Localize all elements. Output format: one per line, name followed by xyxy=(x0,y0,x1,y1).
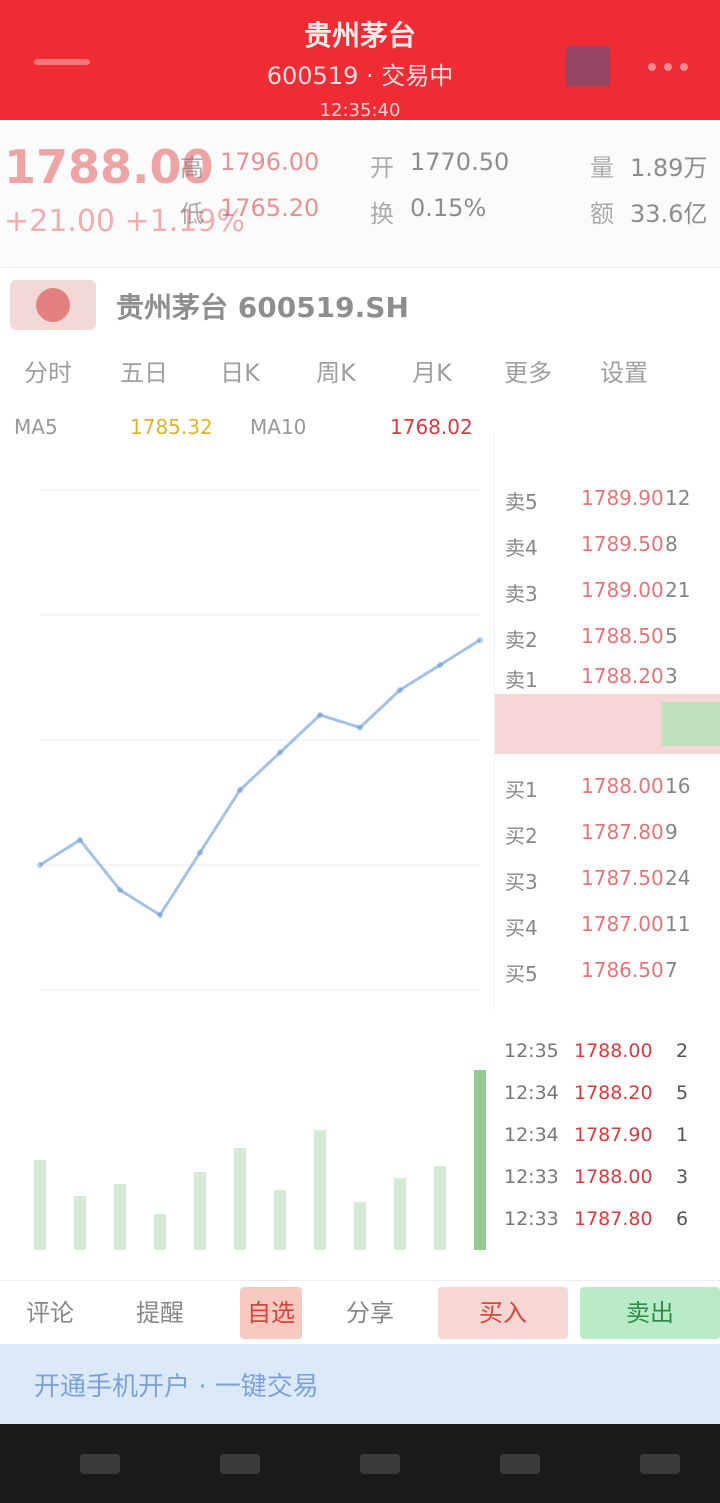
header-status: 12:35:40 xyxy=(319,100,401,121)
price-point xyxy=(37,862,43,868)
stock-name: 贵州茅台 600519.SH xyxy=(116,291,409,324)
price-point xyxy=(477,637,483,643)
nav-menu-icon[interactable] xyxy=(500,1454,540,1474)
ask-row: 卖3 1789.00 21 xyxy=(505,578,691,606)
tick-row: 12:34 1787.90 1 xyxy=(504,1124,689,1146)
price-point xyxy=(197,849,203,856)
tick-row: 12:33 1788.00 3 xyxy=(504,1166,689,1188)
search-icon xyxy=(566,46,610,86)
volume-bar xyxy=(274,1190,286,1250)
price-point xyxy=(237,787,243,793)
order-book: 卖5 1789.90 12 卖4 1789.50 8 卖3 1789.00 21… xyxy=(494,432,720,1022)
tick-row: 12:33 1787.80 6 xyxy=(504,1208,689,1230)
add-optional-button[interactable]: 自选 xyxy=(240,1287,302,1339)
bid-row: 买1 1788.00 16 xyxy=(505,774,691,802)
volume-bar xyxy=(34,1160,46,1250)
price-point xyxy=(317,712,323,718)
bid-row: 买3 1787.50 24 xyxy=(505,866,691,894)
tab-monthly[interactable]: 月K xyxy=(384,342,480,404)
ask-row: 卖5 1789.90 12 xyxy=(505,486,691,514)
price-point xyxy=(437,662,443,668)
price-point xyxy=(277,749,283,756)
price-point xyxy=(157,912,163,918)
price-chart-svg xyxy=(34,489,486,1250)
app-header: 贵州茅台 600519 · 交易中 12:35:40 xyxy=(0,0,720,121)
ma20-value: 1768.02 xyxy=(390,415,473,439)
nav-home-icon[interactable] xyxy=(220,1454,260,1474)
ma10-label: MA10 xyxy=(250,415,307,439)
volume-bar xyxy=(354,1202,366,1250)
book-divider xyxy=(495,694,720,754)
quote-summary: 1788.00 +21.00 +1.19% 高 1796.00 开 1770.5… xyxy=(0,120,720,268)
tab-intraday[interactable]: 分时 xyxy=(0,342,96,404)
quote-row: 低 1765.20 换 0.15% 额 33.6亿 xyxy=(180,194,708,228)
price-chart[interactable] xyxy=(0,450,494,1280)
bid-row: 买4 1787.00 11 xyxy=(505,912,691,940)
tab-more[interactable]: 更多 xyxy=(480,342,576,404)
nav-back-icon[interactable] xyxy=(80,1454,120,1474)
ma5-value: 1785.32 xyxy=(130,415,213,439)
price-line xyxy=(39,638,481,918)
price-point xyxy=(117,887,123,893)
price-point xyxy=(77,837,83,843)
search-button[interactable] xyxy=(560,40,616,92)
tab-weekly[interactable]: 周K xyxy=(288,342,384,404)
more-button[interactable] xyxy=(640,40,696,92)
comment-button[interactable]: 评论 xyxy=(10,1287,90,1339)
bid-row: 买5 1786.50 7 xyxy=(505,958,678,986)
volume-bar xyxy=(234,1148,246,1250)
sell-button[interactable]: 卖出 xyxy=(580,1287,720,1339)
nav-extra-icon[interactable] xyxy=(640,1454,680,1474)
volume-bar xyxy=(194,1172,206,1250)
tab-settings[interactable]: 设置 xyxy=(576,342,672,404)
ask-row: 卖1 1788.20 3 xyxy=(505,664,678,692)
moving-average-legend: MA5 1785.32 MA10 1768.02 xyxy=(0,404,500,450)
price-point xyxy=(357,724,363,731)
tab-five-day[interactable]: 五日 xyxy=(96,342,192,404)
tick-list: 12:35 1788.00 2 12:34 1788.20 5 12:34 17… xyxy=(494,1010,720,1280)
volume-bar xyxy=(394,1178,406,1250)
promo-banner[interactable]: 开通手机开户 · 一键交易 xyxy=(0,1344,720,1424)
ask-row: 卖4 1789.50 8 xyxy=(505,532,678,560)
tick-row: 12:34 1788.20 5 xyxy=(504,1082,689,1104)
share-button[interactable]: 分享 xyxy=(330,1287,410,1339)
tick-row: 12:35 1788.00 2 xyxy=(504,1040,689,1062)
volume-bar xyxy=(114,1184,126,1250)
volume-bar xyxy=(74,1196,86,1250)
volume-bar xyxy=(474,1070,486,1250)
volume-bar xyxy=(434,1166,446,1250)
action-bar: 评论 提醒 自选 分享 买入 卖出 xyxy=(0,1280,720,1344)
system-nav-bar xyxy=(0,1424,720,1503)
stock-title-bar: 贵州茅台 600519.SH xyxy=(0,268,720,342)
bid-row: 买2 1787.80 9 xyxy=(505,820,678,848)
period-tabs: 分时 五日 日K 周K 月K 更多 设置 xyxy=(0,342,720,404)
nav-recents-icon[interactable] xyxy=(360,1454,400,1474)
quote-row: 高 1796.00 开 1770.50 量 1.89万 xyxy=(180,148,708,182)
volume-bar xyxy=(314,1130,326,1250)
price-point xyxy=(397,687,403,693)
stock-logo-icon xyxy=(10,280,96,330)
buy-button[interactable]: 买入 xyxy=(438,1287,568,1339)
volume-bar xyxy=(154,1214,166,1250)
more-icon xyxy=(648,63,656,71)
tab-daily[interactable]: 日K xyxy=(192,342,288,404)
promo-text: 开通手机开户 · 一键交易 xyxy=(34,1372,319,1402)
ma5-label: MA5 xyxy=(14,415,58,439)
alert-button[interactable]: 提醒 xyxy=(120,1287,200,1339)
